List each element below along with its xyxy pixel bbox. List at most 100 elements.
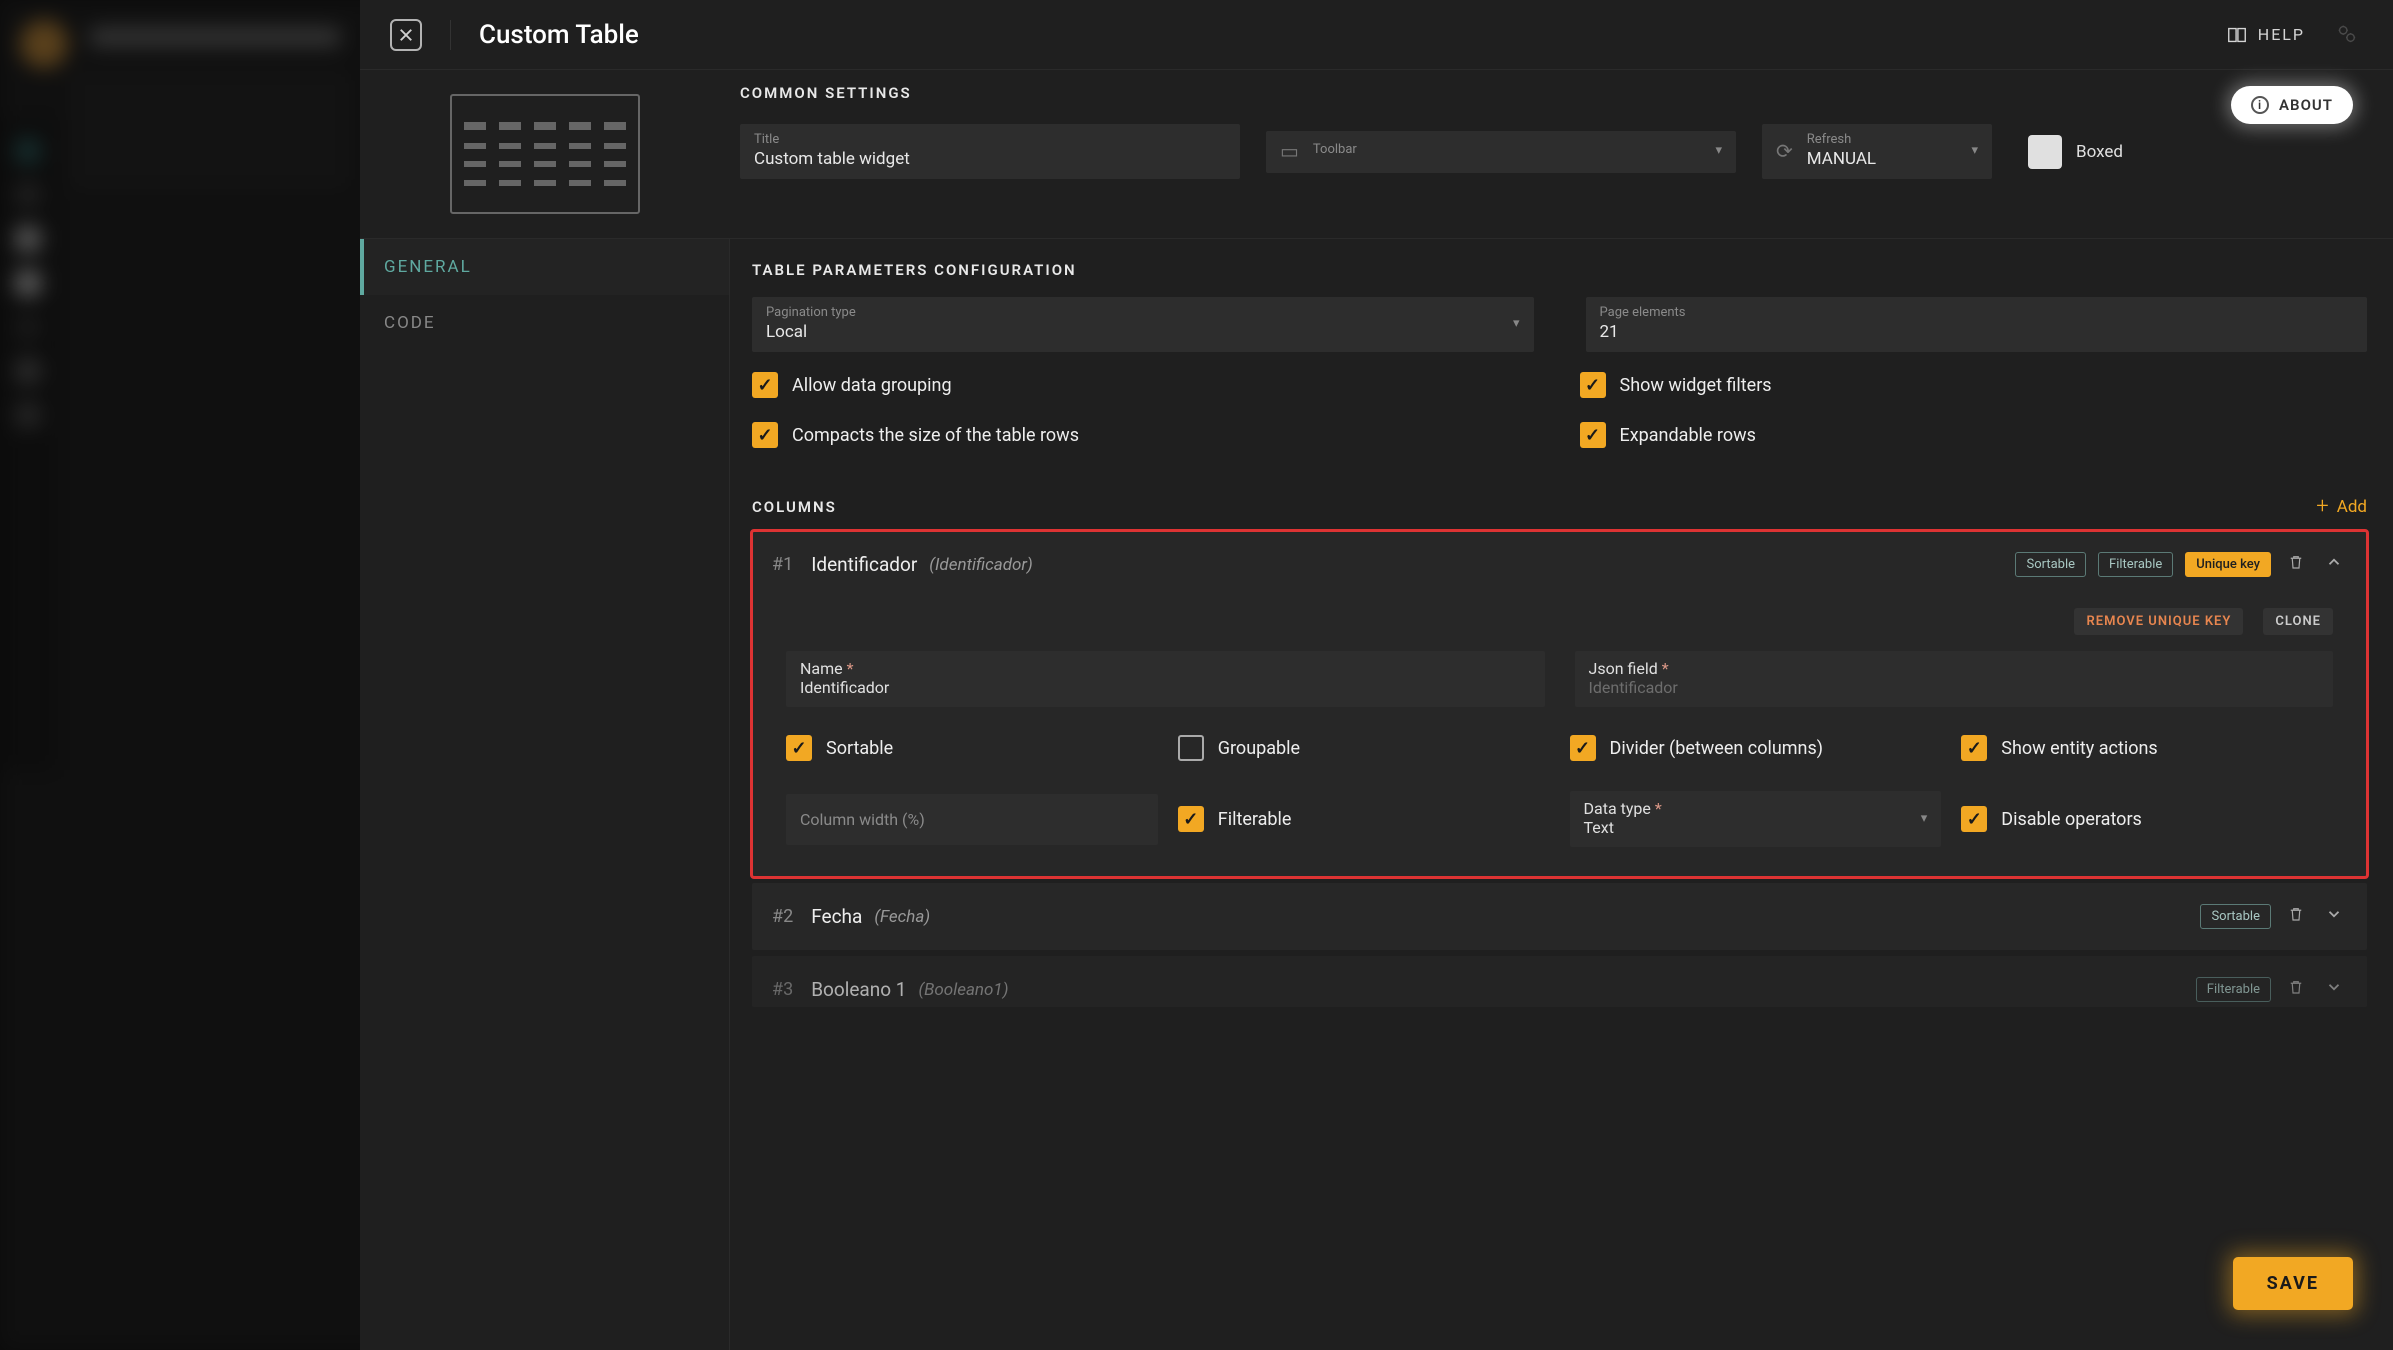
tab-general[interactable]: GENERAL [360, 239, 729, 295]
column-subname: (Fecha) [874, 907, 930, 927]
name-value: Identificador [800, 678, 1531, 697]
close-button[interactable] [390, 19, 422, 51]
col-disableops-label: Disable operators [2001, 809, 2142, 830]
remove-unique-key-button[interactable]: REMOVE UNIQUE KEY [2074, 608, 2243, 635]
column-name-field[interactable]: Name * Identificador [786, 651, 1545, 707]
expandable-rows-checkbox[interactable]: ✓ [1580, 422, 1606, 448]
chevron-down-icon [2325, 978, 2343, 996]
col-divider-label: Divider (between columns) [1610, 738, 1824, 759]
allow-grouping-checkbox[interactable]: ✓ [752, 372, 778, 398]
delete-column-button[interactable] [2283, 901, 2309, 932]
datatype-value: Text [1584, 818, 1921, 837]
col-divider-checkbox[interactable]: ✓ [1570, 735, 1596, 761]
page-elements-field[interactable]: Page elements 21 [1586, 297, 2368, 352]
boxed-checkbox[interactable] [2028, 135, 2062, 169]
expand-column-button[interactable] [2321, 901, 2347, 932]
data-type-select[interactable]: Data type * Text ▾ [1570, 791, 1942, 847]
save-button[interactable]: SAVE [2233, 1257, 2353, 1310]
delete-column-button[interactable] [2283, 549, 2309, 580]
column-index: #2 [772, 906, 793, 927]
column-card-3: #3 Booleano 1 (Booleano1) Filterable [752, 956, 2367, 1007]
toolbar-label: Toolbar [1313, 142, 1702, 157]
chevron-up-icon [2325, 553, 2343, 571]
chevron-down-icon: ▾ [1715, 143, 1722, 158]
allow-grouping-label: Allow data grouping [792, 375, 952, 396]
column-width-label: Column width (%) [800, 810, 925, 829]
name-label: Name [800, 659, 843, 678]
trash-icon [2287, 905, 2305, 923]
table-preview-icon [450, 94, 640, 214]
chevron-down-icon: ▾ [1921, 811, 1928, 826]
refresh-icon: ⟳ [1776, 139, 1793, 163]
add-column-button[interactable]: + Add [2316, 494, 2367, 519]
datatype-label: Data type [1584, 799, 1651, 818]
delete-column-button[interactable] [2283, 974, 2309, 1005]
add-label: Add [2337, 497, 2367, 517]
calendar-icon: ▭ [1280, 139, 1299, 163]
col-entity-checkbox[interactable]: ✓ [1961, 735, 1987, 761]
trash-icon [2287, 978, 2305, 996]
col-disableops-checkbox[interactable]: ✓ [1961, 806, 1987, 832]
pill-sortable: Sortable [2015, 552, 2086, 577]
common-settings-heading: COMMON SETTINGS [740, 84, 2363, 102]
col-groupable-checkbox[interactable] [1178, 735, 1204, 761]
refresh-select[interactable]: ⟳ Refresh MANUAL ▾ [1762, 124, 1992, 179]
column-index: #3 [772, 979, 793, 1000]
title-value: Custom table widget [754, 149, 1226, 169]
json-field-field[interactable]: Json field * Identificador [1575, 651, 2334, 707]
table-params-heading: TABLE PARAMETERS CONFIGURATION [752, 261, 2367, 279]
column-subname: (Booleano1) [918, 980, 1008, 1000]
pagination-label: Pagination type [766, 305, 1513, 320]
refresh-value: MANUAL [1807, 149, 1958, 169]
pill-unique-key: Unique key [2185, 552, 2271, 577]
compact-rows-label: Compacts the size of the table rows [792, 425, 1079, 446]
trash-icon [2287, 553, 2305, 571]
about-label: ABOUT [2279, 96, 2333, 114]
boxed-label: Boxed [2076, 142, 2123, 162]
plus-icon: + [2316, 494, 2328, 519]
col-entity-label: Show entity actions [2001, 738, 2157, 759]
show-filters-label: Show widget filters [1620, 375, 1772, 396]
json-label: Json field [1589, 659, 1658, 678]
column-width-field[interactable]: Column width (%) [786, 794, 1158, 845]
tab-code[interactable]: CODE [360, 295, 729, 351]
title-field[interactable]: Title Custom table widget [740, 124, 1240, 179]
chevron-down-icon: ▾ [1971, 143, 1978, 158]
column-card-2: #2 Fecha (Fecha) Sortable [752, 883, 2367, 950]
pill-filterable: Filterable [2098, 552, 2173, 577]
col-sortable-checkbox[interactable]: ✓ [786, 735, 812, 761]
compact-rows-checkbox[interactable]: ✓ [752, 422, 778, 448]
column-name: Fecha [811, 905, 862, 928]
info-icon: i [2251, 96, 2269, 114]
column-index: #1 [772, 554, 793, 575]
expandable-rows-label: Expandable rows [1620, 425, 1756, 446]
chevron-down-icon: ▾ [1513, 316, 1520, 331]
column-name: Identificador [811, 553, 917, 576]
json-value: Identificador [1589, 678, 2320, 697]
page-elements-value: 21 [1600, 322, 2354, 342]
column-card-1: #1 Identificador (Identificador) Sortabl… [752, 531, 2367, 877]
col-groupable-label: Groupable [1218, 738, 1300, 759]
collapse-column-button[interactable] [2321, 549, 2347, 580]
page-elements-label: Page elements [1600, 305, 2354, 320]
settings-cog-icon[interactable] [2335, 22, 2357, 48]
book-help-icon [2226, 24, 2248, 46]
show-filters-checkbox[interactable]: ✓ [1580, 372, 1606, 398]
expand-column-button[interactable] [2321, 974, 2347, 1005]
columns-heading: COLUMNS [752, 498, 837, 516]
pill-sortable: Sortable [2200, 904, 2271, 929]
chevron-down-icon [2325, 905, 2343, 923]
pagination-value: Local [766, 322, 1513, 342]
toolbar-select[interactable]: ▭ Toolbar ▾ [1266, 131, 1736, 173]
help-button[interactable]: HELP [2226, 24, 2305, 46]
help-label: HELP [2258, 25, 2305, 44]
column-subname: (Identificador) [929, 555, 1032, 575]
col-sortable-label: Sortable [826, 738, 893, 759]
pagination-type-select[interactable]: Pagination type Local ▾ [752, 297, 1534, 352]
clone-column-button[interactable]: CLONE [2263, 608, 2333, 635]
column-name: Booleano 1 [811, 978, 906, 1001]
page-title: Custom Table [479, 20, 639, 50]
about-button[interactable]: i ABOUT [2231, 86, 2353, 124]
col-filterable-checkbox[interactable]: ✓ [1178, 806, 1204, 832]
col-filterable-label: Filterable [1218, 809, 1292, 830]
